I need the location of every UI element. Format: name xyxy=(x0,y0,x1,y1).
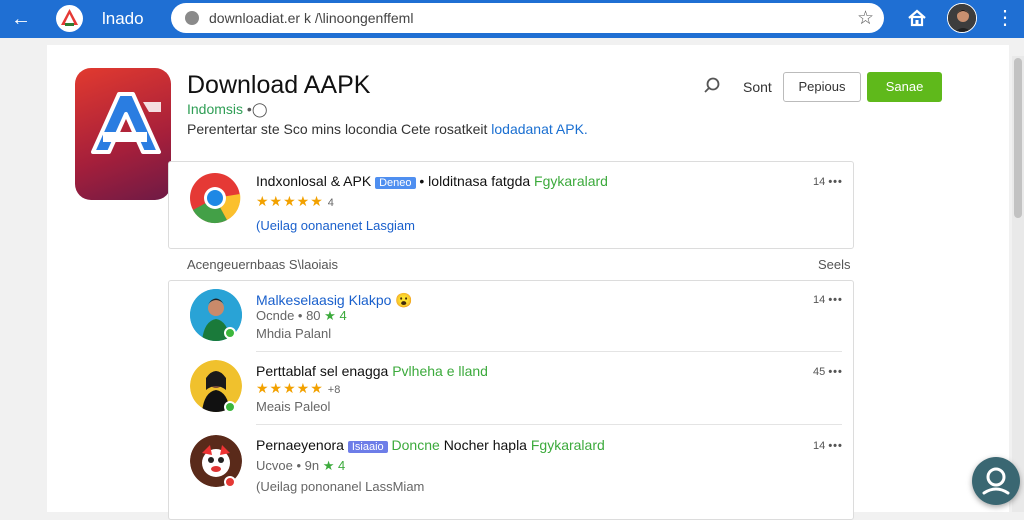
row-2-rating-meta: +8 xyxy=(327,384,341,396)
row-3-meta-2: ★ 4 xyxy=(322,458,346,473)
row-3-side: 14 ••• xyxy=(813,440,843,452)
row-2-stars: ★★★★★ xyxy=(256,380,324,396)
app-logo-icon xyxy=(75,68,171,200)
description-suffix: APK. xyxy=(555,121,588,137)
profile-avatar[interactable] xyxy=(947,3,977,33)
url-text[interactable]: downloadiat.er k /\linoongenffeml xyxy=(209,10,413,26)
featured-sub[interactable]: (Ueilag oonanenet Lasgiam xyxy=(256,218,415,233)
featured-rating: ★★★★★ 4 xyxy=(256,193,334,210)
chat-icon xyxy=(982,467,1010,495)
row-divider xyxy=(256,351,842,352)
row-3-more-icon[interactable]: ••• xyxy=(828,440,843,452)
row-2-more-icon[interactable]: ••• xyxy=(828,366,843,378)
row-1-more-icon[interactable]: ••• xyxy=(828,294,843,306)
page-title: Download AAPK xyxy=(187,71,371,99)
row-divider xyxy=(256,424,842,425)
featured-title-prefix: Indxonlosal & APK xyxy=(256,173,372,189)
featured-stars: ★★★★★ xyxy=(256,193,324,209)
row-3-sub: (Ueilag pononanel LassMiam xyxy=(256,479,425,494)
back-arrow-icon[interactable]: ← xyxy=(8,6,34,32)
row-3-meta-text: Ucvoe • 9n xyxy=(256,458,320,473)
brand-name: lnado xyxy=(102,9,144,28)
section-see-all[interactable]: Seels xyxy=(818,257,851,272)
featured-title-mid: • lolditnasa fatgda xyxy=(419,173,531,189)
row-1-meta-2: ★ 4 xyxy=(324,308,347,323)
online-badge-icon xyxy=(224,401,236,413)
row-1-meta-text: Ocnde • 80 xyxy=(256,308,321,323)
sort-button[interactable]: Sont xyxy=(743,79,772,95)
bookmark-star-icon[interactable]: ☆ xyxy=(857,7,874,30)
subtitle-text: Indomsis xyxy=(187,101,244,117)
brand-logo-icon[interactable] xyxy=(56,5,83,32)
description-link[interactable]: lodadanat xyxy=(491,121,553,137)
row-2-title-text: Perttablaf sel enagga xyxy=(256,363,389,379)
featured-side-meta: 14 ••• xyxy=(813,176,843,188)
page-subtitle: Indomsis •◯ xyxy=(187,101,268,118)
row-2-side: 45 ••• xyxy=(813,366,843,378)
row-1-title[interactable]: Malkeselaasig Klakpo 😮 xyxy=(256,292,413,309)
featured-more-icon[interactable]: ••• xyxy=(828,176,843,188)
row-3-title-mid: Nocher hapla xyxy=(443,437,527,453)
chrome-icon xyxy=(189,172,241,224)
row-3-title-green-2: Fgykaralard xyxy=(530,437,605,453)
row-3-title-text: Pernaeyenora xyxy=(256,437,344,453)
chat-fab-button[interactable] xyxy=(972,457,1020,505)
featured-side-value: 14 xyxy=(813,176,826,188)
search-icon[interactable] xyxy=(702,76,722,96)
row-1-side: 14 ••• xyxy=(813,294,843,306)
previous-button[interactable]: Pepious xyxy=(783,72,861,102)
scrollbar[interactable] xyxy=(1012,56,1024,512)
browser-toolbar: ← lnado downloadiat.er k /\linoongenffem… xyxy=(0,0,1024,38)
row-1-meta: Ocnde • 80 ★ 4 xyxy=(256,308,347,324)
more-vert-icon[interactable]: ⋮ xyxy=(995,6,1015,30)
row-3-side-value: 14 xyxy=(813,440,826,452)
row-3-tag: Isiaaio xyxy=(347,441,388,453)
featured-title-green: Fgykaralard xyxy=(534,173,608,189)
section-label: Acengeuernbaas S\laoiais xyxy=(187,257,339,272)
row-2-sub: Meais Paleol xyxy=(256,399,331,414)
address-bar[interactable]: downloadiat.er k /\linoongenffeml ☆ xyxy=(171,3,884,33)
featured-tag: Deneo xyxy=(375,177,416,189)
row-1-emoji: 😮 xyxy=(395,292,413,308)
site-info-icon[interactable] xyxy=(185,11,199,25)
row-3-title-green: Doncne xyxy=(391,437,440,453)
scrollbar-thumb[interactable] xyxy=(1014,58,1022,218)
row-2-title[interactable]: Perttablaf sel enagga Pvlheha e lland xyxy=(256,363,488,379)
row-1-side-value: 14 xyxy=(813,294,826,306)
row-2-title-green: Pvlheha e lland xyxy=(392,363,488,379)
row-2-rating: ★★★★★ +8 xyxy=(256,380,340,397)
row-3-title[interactable]: Pernaeyenora Isiaaio Doncne Nocher hapla… xyxy=(256,437,605,453)
online-badge-icon xyxy=(224,327,236,339)
home-icon[interactable] xyxy=(906,7,928,29)
row-2-side-value: 45 xyxy=(813,366,826,378)
description-text: Perentertar ste Sco mins locondia Cete r… xyxy=(187,121,488,137)
primary-action-button[interactable]: Sanae xyxy=(867,72,942,102)
alert-badge-icon xyxy=(224,476,236,488)
featured-title[interactable]: Indxonlosal & APK Deneo • lolditnasa fat… xyxy=(256,173,608,189)
row-1-title-text: Malkeselaasig Klakpo xyxy=(256,292,392,308)
row-1-sub: Mhdia Palanl xyxy=(256,326,332,341)
camera-icon: •◯ xyxy=(246,101,268,117)
featured-rating-meta: 4 xyxy=(327,197,334,209)
page-description: Perentertar ste Sco mins locondia Cete r… xyxy=(187,121,588,137)
row-3-meta: Ucvoe • 9n ★ 4 xyxy=(256,458,345,474)
